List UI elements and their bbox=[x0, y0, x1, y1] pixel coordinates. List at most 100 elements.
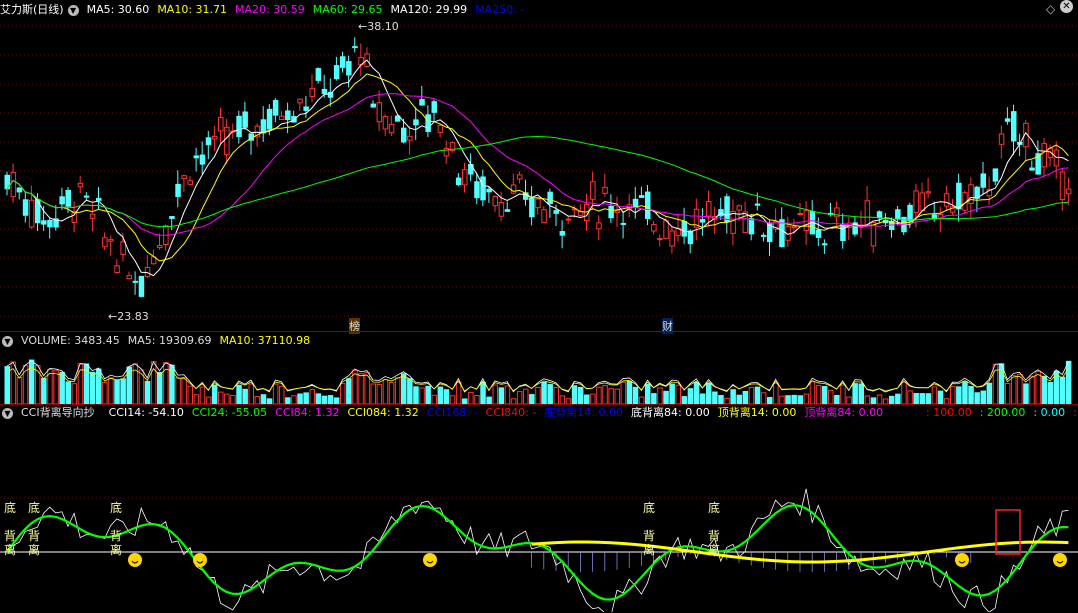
candle-body bbox=[480, 176, 486, 201]
volume-bar bbox=[931, 386, 938, 405]
candle-body bbox=[736, 205, 742, 211]
volume-bar bbox=[413, 386, 419, 405]
volume-bar bbox=[224, 393, 230, 405]
volume-bar bbox=[626, 380, 633, 405]
chevron-down-icon[interactable]: ▼ bbox=[67, 4, 79, 16]
signal-di-3: 底 bbox=[643, 500, 655, 515]
candlestick-chart: ←38.10 ←23.83 bbox=[0, 20, 1078, 323]
volume-bar bbox=[523, 388, 529, 405]
volume-bar bbox=[53, 369, 59, 405]
volume-bar bbox=[1035, 370, 1041, 405]
volume-bar bbox=[675, 384, 681, 405]
candle-body bbox=[998, 133, 1005, 145]
candle-body bbox=[559, 231, 566, 236]
signal-bei-2: 背 bbox=[110, 529, 122, 543]
volume-bar bbox=[736, 394, 742, 405]
volume-bar bbox=[242, 388, 248, 405]
volume-bar bbox=[864, 395, 871, 405]
signal-di-2: 底 bbox=[110, 500, 122, 515]
candle-body bbox=[340, 56, 346, 68]
volume-bar bbox=[41, 378, 47, 405]
candle-body bbox=[638, 195, 645, 198]
candle-body bbox=[175, 183, 181, 197]
cci-indicator-name: CCI背离导向抄 bbox=[21, 406, 95, 419]
volume-bar bbox=[956, 386, 962, 405]
diamond-icon[interactable]: ◇ bbox=[1046, 2, 1055, 16]
volume-bar bbox=[28, 359, 35, 405]
candle-body bbox=[565, 218, 572, 221]
cci-indicator-1: CCI24: -55.05 bbox=[191, 406, 268, 419]
chevron-down-icon[interactable]: ▼ bbox=[2, 335, 13, 347]
candle-body bbox=[925, 191, 932, 194]
volume-bar bbox=[279, 385, 285, 405]
volume-bar bbox=[236, 384, 242, 405]
signal-di-0: 底 bbox=[4, 500, 16, 515]
volume-bar bbox=[809, 381, 816, 405]
volume-bar bbox=[443, 389, 450, 405]
candle-body bbox=[407, 135, 413, 141]
volume-bar bbox=[449, 395, 456, 405]
volume-bar bbox=[645, 383, 651, 405]
cci-indicator-8: 顶背离14: 0.00 bbox=[717, 406, 797, 419]
candle-body bbox=[919, 192, 925, 212]
panel-divider bbox=[0, 331, 1078, 332]
candle-body bbox=[401, 127, 407, 143]
volume-bar bbox=[760, 392, 767, 405]
volume-bar bbox=[614, 388, 620, 405]
volume-bar bbox=[346, 378, 352, 405]
candle-body bbox=[114, 265, 120, 274]
stock-name: 艾力斯(日线) bbox=[0, 3, 64, 16]
signal-li-2: 离 bbox=[110, 542, 122, 557]
candle-body bbox=[742, 211, 749, 234]
candle-body bbox=[760, 234, 767, 237]
volume-bar bbox=[114, 379, 120, 405]
volume-bar bbox=[858, 383, 864, 405]
candle-body bbox=[425, 114, 431, 132]
volume-bar bbox=[437, 386, 444, 405]
volume-bar bbox=[553, 387, 559, 405]
volume-bar bbox=[144, 380, 151, 405]
candle-body bbox=[895, 209, 901, 220]
cci-right-value-2: : 0.00 bbox=[1033, 406, 1066, 419]
volume-bar bbox=[895, 393, 901, 405]
volume-bar bbox=[754, 386, 761, 405]
candle-body bbox=[285, 110, 291, 121]
candle-body bbox=[1053, 149, 1060, 167]
close-icon[interactable]: ✕ bbox=[1060, 0, 1073, 13]
volume-bar bbox=[486, 396, 492, 405]
volume-bar bbox=[65, 381, 71, 405]
smiley-icon-4 bbox=[1053, 553, 1067, 567]
candle-body bbox=[815, 229, 822, 239]
candle-body bbox=[77, 182, 84, 188]
candle-body bbox=[535, 198, 541, 209]
ma-indicators: MA5: 30.60 MA10: 31.71 MA20: 30.59 MA60: 29… bbox=[87, 3, 533, 16]
candle-body bbox=[431, 101, 437, 113]
candle-body bbox=[41, 220, 47, 225]
candle-body bbox=[242, 111, 248, 128]
volume-bar bbox=[681, 396, 688, 405]
volume-chart bbox=[4, 359, 1072, 405]
volume-bar bbox=[638, 396, 645, 405]
cci-indicator-3: CCI084: 1.32 bbox=[347, 406, 419, 419]
candle-body bbox=[498, 202, 505, 217]
volume-bar bbox=[779, 395, 785, 405]
chevron-down-icon[interactable]: ▼ bbox=[2, 407, 13, 419]
volume-bar bbox=[968, 385, 974, 405]
volume-bar bbox=[730, 389, 736, 405]
signal-li-3: 离 bbox=[643, 542, 655, 557]
signal-di-1: 底 bbox=[28, 500, 40, 515]
volume-bar bbox=[455, 381, 462, 405]
candle-body bbox=[376, 102, 383, 123]
candle-body bbox=[205, 137, 212, 146]
candle-body bbox=[181, 175, 187, 179]
volume-bar bbox=[102, 381, 108, 405]
volume-bar bbox=[181, 376, 187, 405]
volume-bar bbox=[889, 395, 895, 405]
volume-bar bbox=[602, 385, 608, 405]
volume-bar bbox=[876, 394, 883, 405]
cci-indicator-7: 底背离84: 0.00 bbox=[631, 406, 710, 419]
volume-bar bbox=[291, 395, 297, 405]
cci-indicator-6: 底背离14: 0.00 bbox=[544, 406, 624, 419]
volume-bar bbox=[126, 366, 132, 405]
volume-bar bbox=[260, 394, 267, 405]
